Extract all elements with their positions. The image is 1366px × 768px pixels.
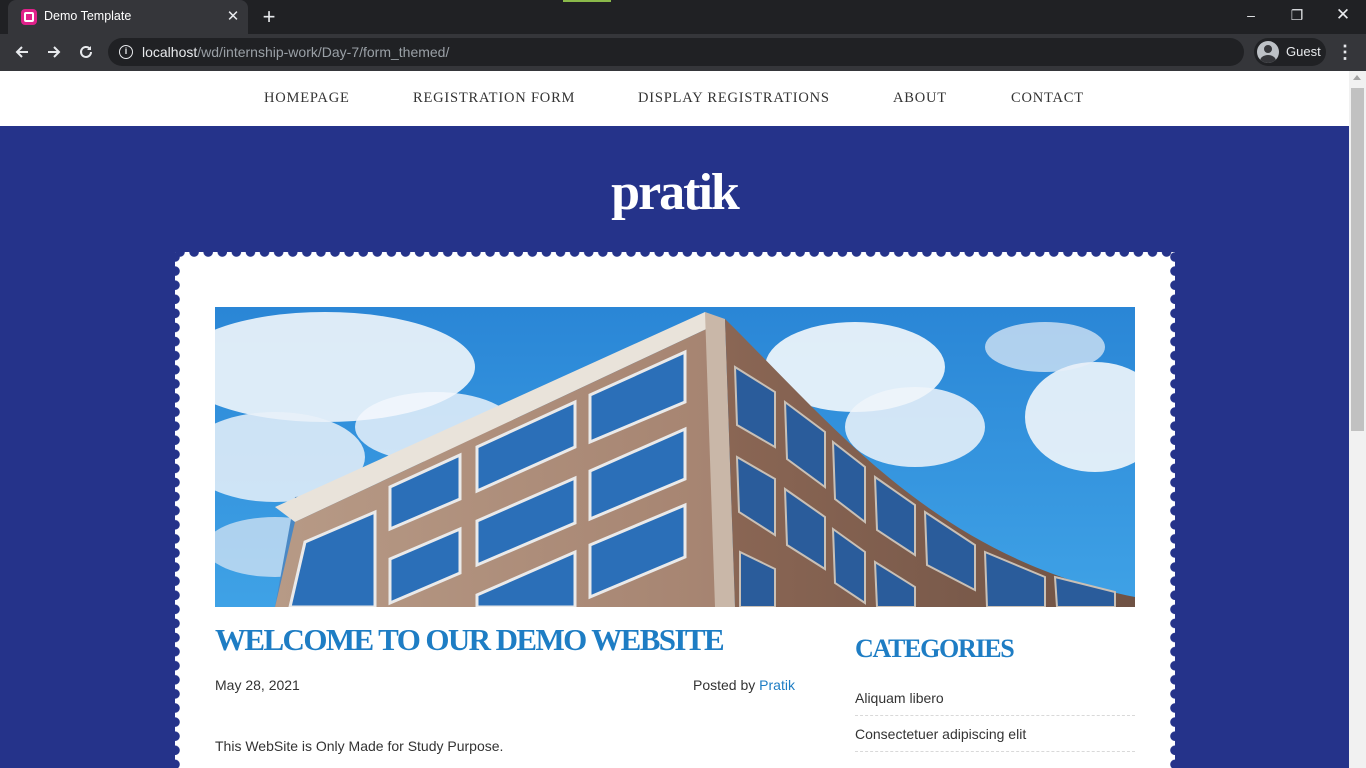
nav-homepage[interactable]: HOMEPAGE xyxy=(264,90,350,107)
address-bar[interactable]: i localhost/wd/internship-work/Day-7/for… xyxy=(108,38,1244,66)
nav-about[interactable]: ABOUT xyxy=(893,90,947,107)
browser-toolbar: i localhost/wd/internship-work/Day-7/for… xyxy=(0,34,1366,71)
info-icon[interactable]: i xyxy=(119,45,133,59)
nav-contact[interactable]: CONTACT xyxy=(1011,90,1084,107)
scalloped-edge xyxy=(1170,252,1180,768)
category-item[interactable]: Consectetuer adipiscing elit xyxy=(855,716,1135,752)
categories-list: Aliquam libero Consectetuer adipiscing e… xyxy=(855,680,1135,752)
plus-icon[interactable]: + xyxy=(258,6,280,28)
url-path: /wd/internship-work/Day-7/form_themed/ xyxy=(197,44,450,60)
nav-display-registrations[interactable]: DISPLAY REGISTRATIONS xyxy=(638,90,830,107)
kebab-menu-icon[interactable]: ⋮ xyxy=(1334,38,1356,66)
tab-strip-indicator xyxy=(563,0,611,2)
author-link[interactable]: Pratik xyxy=(759,677,795,693)
window-close-button[interactable]: ✕ xyxy=(1320,0,1366,30)
profile-label: Guest xyxy=(1286,44,1321,59)
reload-icon[interactable] xyxy=(72,38,100,66)
site-navigation: HOMEPAGE REGISTRATION FORM DISPLAY REGIS… xyxy=(0,71,1349,137)
favicon-icon xyxy=(21,9,37,25)
category-item[interactable]: Aliquam libero xyxy=(855,680,1135,716)
scrollbar-thumb[interactable] xyxy=(1351,88,1364,431)
close-icon[interactable]: ✕ xyxy=(224,8,242,26)
maximize-button[interactable]: ❐ xyxy=(1274,0,1320,30)
content-box: WELCOME TO OUR DEMO WEBSITE May 28, 2021… xyxy=(170,247,1180,768)
post-title: WELCOME TO OUR DEMO WEBSITE xyxy=(215,622,725,657)
url-text[interactable]: localhost/wd/internship-work/Day-7/form_… xyxy=(142,44,449,60)
tab-title: Demo Template xyxy=(44,9,132,23)
scalloped-edge xyxy=(175,247,1175,257)
browser-tab[interactable]: Demo Template ✕ xyxy=(8,0,248,34)
page-viewport: HOMEPAGE REGISTRATION FORM DISPLAY REGIS… xyxy=(0,71,1349,768)
posted-by-label: Posted by xyxy=(693,677,756,693)
back-arrow-icon[interactable] xyxy=(8,38,36,66)
url-host: localhost xyxy=(142,44,198,60)
scalloped-edge xyxy=(170,252,180,768)
forward-arrow-icon[interactable] xyxy=(40,38,68,66)
minimize-button[interactable]: – xyxy=(1228,0,1274,30)
browser-tab-strip: Demo Template ✕ + – ❐ ✕ xyxy=(0,0,1366,34)
profile-button[interactable]: Guest xyxy=(1254,38,1326,66)
scroll-up-arrow-icon[interactable] xyxy=(1353,75,1361,80)
site-title: pratik xyxy=(611,164,740,221)
post-date: May 28, 2021 xyxy=(215,677,300,693)
categories-title: CATEGORIES xyxy=(855,634,1015,663)
post-body: This WebSite is Only Made for Study Purp… xyxy=(215,738,504,754)
nav-registration-form[interactable]: REGISTRATION FORM xyxy=(413,90,575,107)
profile-icon xyxy=(1257,41,1279,63)
vertical-scrollbar[interactable] xyxy=(1349,71,1366,768)
hero-image xyxy=(215,307,1135,607)
post-meta: Posted by Pratik xyxy=(693,677,795,693)
